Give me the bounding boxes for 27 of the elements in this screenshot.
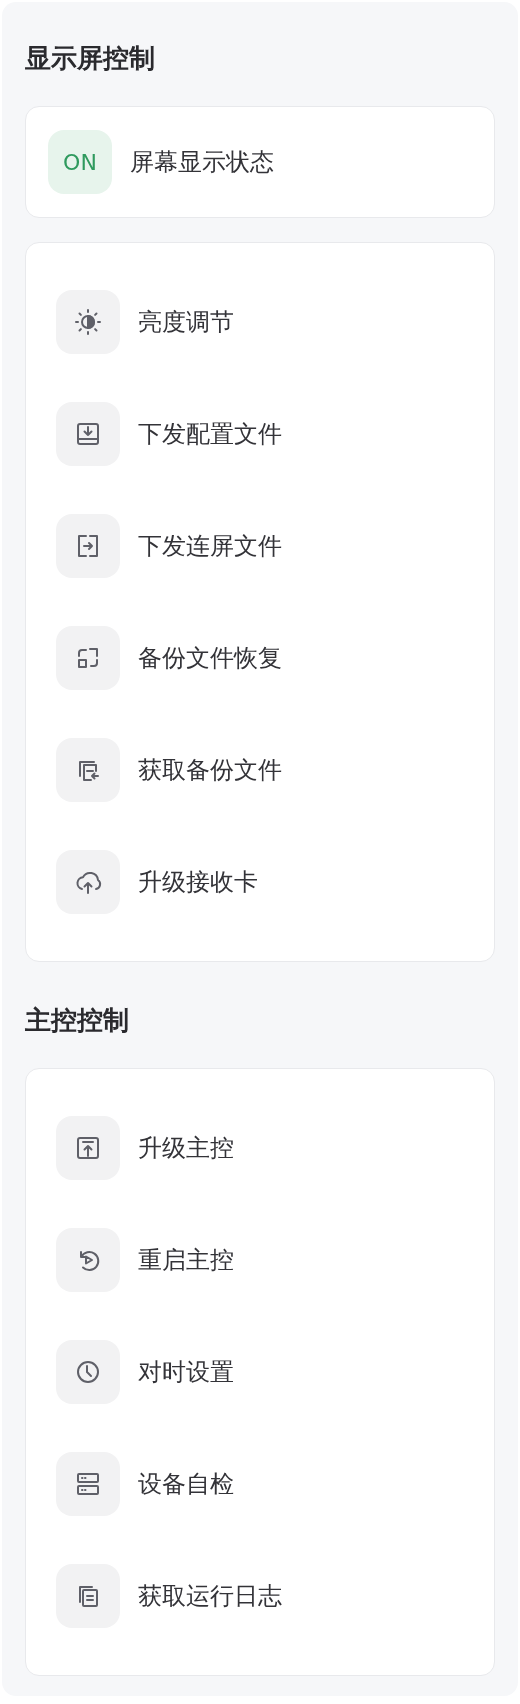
menu-label[interactable]: 下发配置文件: [138, 418, 282, 450]
menu-label[interactable]: 升级接收卡: [138, 866, 258, 898]
icon-tile[interactable]: [56, 738, 120, 802]
icon-tile[interactable]: [56, 1116, 120, 1180]
icon-tile[interactable]: [56, 626, 120, 690]
menu-label[interactable]: 下发连屏文件: [138, 530, 282, 562]
menu-label[interactable]: 重启主控: [138, 1244, 234, 1276]
icon-tile[interactable]: [56, 290, 120, 354]
menu-label[interactable]: 设备自检: [138, 1468, 234, 1500]
icon-tile[interactable]: [56, 1564, 120, 1628]
icon-tile[interactable]: [56, 514, 120, 578]
section-title: 显示屏控制: [25, 42, 156, 75]
sun-icon: [72, 306, 104, 338]
icon-tile[interactable]: [56, 402, 120, 466]
icon-tile[interactable]: [56, 1228, 120, 1292]
icon-tile[interactable]: [56, 850, 120, 914]
menu-label[interactable]: 升级主控: [138, 1132, 234, 1164]
menu-label[interactable]: 获取备份文件: [138, 754, 282, 786]
menu-label[interactable]: 亮度调节: [138, 306, 234, 338]
menu-label[interactable]: 对时设置: [138, 1356, 234, 1388]
icon-tile[interactable]: [56, 1452, 120, 1516]
icon-tile[interactable]: [56, 1340, 120, 1404]
status-label: 屏幕显示状态: [130, 147, 274, 178]
section-title: 主控控制: [25, 1004, 130, 1037]
menu-label[interactable]: 获取运行日志: [138, 1580, 282, 1612]
menu-label[interactable]: 备份文件恢复: [138, 642, 282, 674]
status-badge: ON: [48, 130, 112, 194]
